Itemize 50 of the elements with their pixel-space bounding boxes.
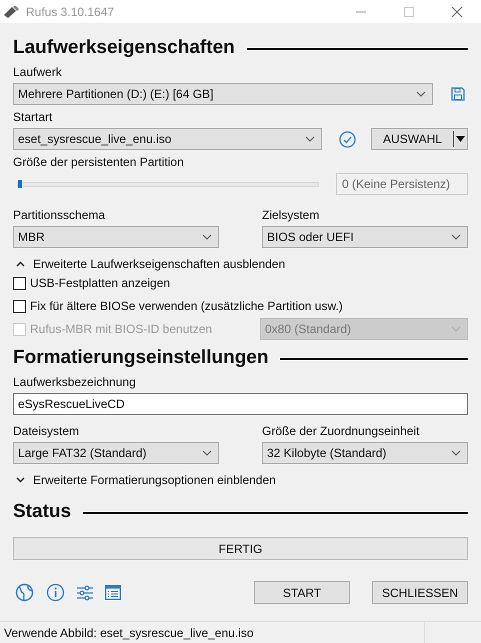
globe-icon[interactable] [15,583,34,602]
section-heading: Laufwerkseigenschaften [13,37,235,59]
field-label: Zielsystem [262,208,320,222]
cluster-size-dropdown[interactable]: 32 Kilobyte (Standard) [262,442,468,464]
window-title: Rufus 3.10.1647 [26,4,114,18]
checkbox-label: Fix für ältere BIOSe verwenden (zusätzliche Partition usw.) [30,299,343,313]
partition-scheme-dropdown[interactable]: MBR [13,226,219,248]
section-heading: Status [13,501,72,523]
field-label: Dateisystem [13,424,80,438]
chevron-down-icon [305,136,315,142]
chevron-up-icon[interactable] [16,261,25,267]
action-button[interactable]: START [254,581,350,604]
volume-label-field[interactable]: eSysRescueLiveCD [13,393,468,415]
chevron-down-icon [416,91,426,97]
advanced-toggle[interactable]: Erweiterte Laufwerkseigenschaften ausblenden [13,257,468,271]
select-split-button[interactable]: AUSWAHL [371,128,468,150]
persistence-slider[interactable] [17,182,319,186]
check-circle-icon[interactable] [339,130,356,148]
field-label: Laufwerk [13,65,63,79]
chevron-down-icon[interactable] [16,477,25,483]
close-icon[interactable] [451,6,463,18]
field-label: Startart [13,110,54,124]
field-label: Partitionsschema [13,208,106,222]
checkbox[interactable] [13,276,26,290]
drive-dropdown[interactable]: Mehrere Partitionen (D:) (E:) [64 GB] [13,83,433,105]
section-heading: Formatierungseinstellungen [13,347,268,369]
target-system-dropdown[interactable]: BIOS oder UEFI [262,226,468,248]
file-system-dropdown[interactable]: Large FAT32 (Standard) [13,442,219,464]
log-icon[interactable] [105,585,121,600]
field-label: Größe der Zuordnungseinheit [262,424,420,438]
status-text: Verwende Abbild: eset_sysrescue_live_enu.iso [4,626,254,640]
chevron-down-icon [202,450,212,456]
settings-icon[interactable] [77,584,93,600]
checkbox[interactable] [13,300,26,312]
checkbox-label: USB-Festplatten anzeigen [30,276,170,290]
chevron-down-icon [451,326,461,332]
chevron-down-icon [451,450,461,456]
field-label: Größe der persistenten Partition [13,155,185,169]
triangle-down-icon[interactable] [456,136,465,142]
info-icon[interactable] [46,583,65,602]
action-button[interactable]: SCHLIESSEN [372,581,468,604]
checkbox-label: Rufus-MBR mit BIOS-ID benutzen [30,322,212,336]
advanced-toggle[interactable]: Erweiterte Formatierungsoptionen einblenden [13,473,468,487]
field-label: Laufwerksbezeichnung [13,375,137,389]
chevron-down-icon [202,234,212,240]
boot-dropdown[interactable]: eset_sysrescue_live_enu.iso [13,128,322,150]
usb-drive-icon [3,6,19,18]
save-icon[interactable] [451,87,465,101]
chevron-down-icon [451,234,461,240]
persistence-field: 0 (Keine Persistenz) [336,173,468,195]
